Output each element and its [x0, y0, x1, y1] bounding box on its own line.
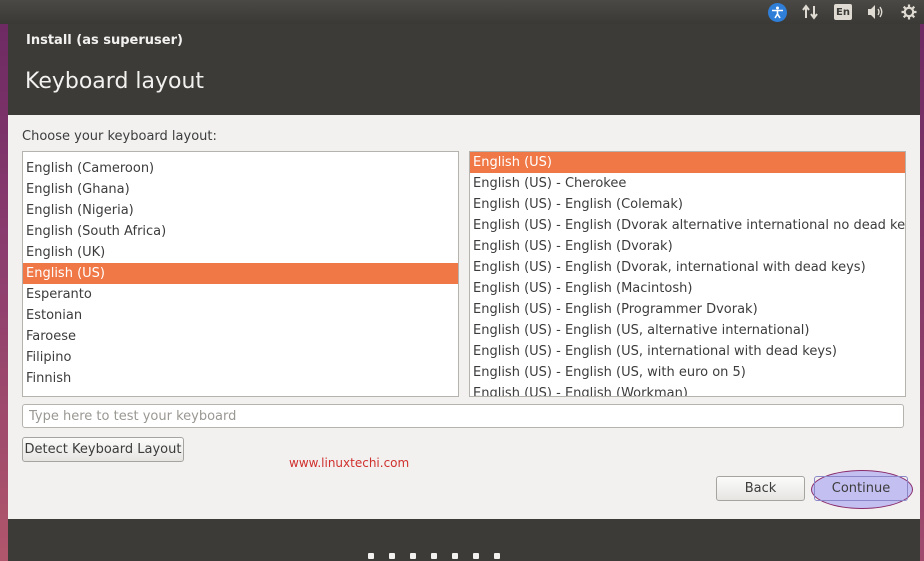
variant-list-item-selected[interactable]: English (US) [470, 152, 905, 173]
desktop-background-right [920, 24, 924, 561]
back-button[interactable]: Back [716, 476, 805, 501]
variant-list-item[interactable]: English (US) - English (Dvorak) [470, 236, 905, 257]
accessibility-menu[interactable] [766, 1, 788, 23]
keyboard-language-menu[interactable]: En [832, 1, 854, 23]
system-tray: En [755, 0, 920, 24]
layout-list-item[interactable]: Esperanto [23, 284, 458, 305]
progress-dot [389, 553, 395, 559]
settings-gear-icon [901, 4, 917, 20]
variant-list-item[interactable]: English (US) - English (Programmer Dvora… [470, 299, 905, 320]
variant-list[interactable]: English (US) English (US) - Cherokee Eng… [469, 151, 906, 397]
layout-list[interactable]: English (Cameroon) English (Ghana) Engli… [22, 151, 459, 397]
network-menu[interactable] [799, 1, 821, 23]
progress-dot [410, 553, 416, 559]
network-icon [802, 4, 818, 20]
variant-list-item[interactable]: English (US) - English (Macintosh) [470, 278, 905, 299]
settings-menu[interactable] [898, 1, 920, 23]
layout-list-item[interactable]: English (Nigeria) [23, 200, 458, 221]
progress-dot [494, 553, 500, 559]
layout-list-item[interactable]: Filipino [23, 347, 458, 368]
layout-list-item[interactable]: Faroese [23, 326, 458, 347]
variant-list-item[interactable]: English (US) - English (US, internationa… [470, 341, 905, 362]
layout-list-item[interactable]: Estonian [23, 305, 458, 326]
layout-list-item[interactable]: English (Ghana) [23, 179, 458, 200]
installer-footer [8, 519, 920, 561]
watermark-text: www.linuxtechi.com [289, 456, 410, 470]
layout-prompt: Choose your keyboard layout: [22, 129, 217, 144]
progress-dots [368, 553, 515, 559]
variant-list-item[interactable]: English (US) - English (Dvorak, internat… [470, 257, 905, 278]
layout-list-item[interactable]: English (UK) [23, 242, 458, 263]
volume-menu[interactable] [865, 1, 887, 23]
keyboard-test-input[interactable] [22, 404, 904, 428]
desktop-background-left [0, 24, 8, 561]
top-panel: En [0, 0, 924, 24]
window-title: Install (as superuser) [26, 33, 183, 48]
layout-list-item-selected[interactable]: English (US) [23, 263, 458, 284]
layout-list-item[interactable]: English (Cameroon) [23, 158, 458, 179]
progress-dot [452, 553, 458, 559]
page-title: Keyboard layout [25, 69, 205, 94]
installer-window: Install (as superuser) Keyboard layout C… [8, 26, 920, 561]
variant-list-item[interactable]: English (US) - English (Colemak) [470, 194, 905, 215]
detect-keyboard-layout-button[interactable]: Detect Keyboard Layout [22, 437, 184, 462]
layout-list-item[interactable]: Finnish [23, 368, 458, 389]
variant-list-item[interactable]: English (US) - English (US, with euro on… [470, 362, 905, 383]
variant-list-item[interactable]: English (US) - English (Workman) [470, 383, 905, 396]
keyboard-language-indicator: En [834, 4, 852, 20]
accessibility-icon [767, 2, 787, 22]
progress-dot [431, 553, 437, 559]
variant-list-item[interactable]: English (US) - English (US, alternative … [470, 320, 905, 341]
variant-list-item[interactable]: English (US) - English (Dvorak alternati… [470, 215, 905, 236]
progress-dot [368, 553, 374, 559]
volume-icon [868, 5, 883, 19]
progress-dot [473, 553, 479, 559]
keyboard-layout-panel: Choose your keyboard layout: English (Ca… [8, 115, 920, 519]
layout-list-item[interactable]: English (South Africa) [23, 221, 458, 242]
variant-list-item[interactable]: English (US) - Cherokee [470, 173, 905, 194]
continue-button[interactable]: Continue [814, 476, 908, 501]
